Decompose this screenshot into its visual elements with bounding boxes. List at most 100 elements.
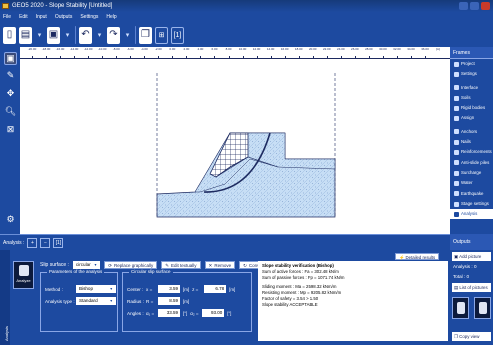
assign-icon xyxy=(454,116,459,122)
print-icon xyxy=(457,302,465,314)
redo-icon[interactable]: ↷ xyxy=(107,26,120,44)
analyze-button[interactable]: Analyze xyxy=(13,261,34,289)
analysis-type-select[interactable]: Standard ▼ xyxy=(76,297,116,305)
frame-analysis[interactable]: Analysis xyxy=(450,209,493,220)
frame-assign[interactable]: Assign xyxy=(450,113,493,123)
ruler-tick-label: 20.00 xyxy=(308,47,317,51)
method-select[interactable]: Bishop ▼ xyxy=(76,285,116,293)
outputs-analysis-label: Analysis : xyxy=(453,264,473,269)
frame-settings[interactable]: Settings xyxy=(450,69,493,79)
copy-icon[interactable]: ❐ xyxy=(139,26,152,44)
frame-nails[interactable]: Nails xyxy=(450,137,493,147)
open-dropdown-icon[interactable]: ▾ xyxy=(35,27,44,44)
frame-anti-slide-piles[interactable]: Anti-slide piles xyxy=(450,158,493,168)
center-label: Center : xyxy=(127,286,144,292)
drawing-canvas[interactable] xyxy=(20,59,450,234)
alpha1-input[interactable]: 33.59 xyxy=(158,309,180,317)
outputs-header: Outputs xyxy=(450,234,493,250)
params-title: Parameters of the analysis xyxy=(47,269,105,274)
ruler-tick-mark xyxy=(74,56,76,58)
list-of-pictures-button[interactable]: ▤ List of pictures xyxy=(452,283,491,292)
copy-view-button[interactable]: ❐ Copy view xyxy=(452,332,491,341)
alpha2-input[interactable]: 93.00 xyxy=(202,309,225,317)
undo-icon[interactable]: ↶ xyxy=(79,26,92,44)
export-button[interactable] xyxy=(474,297,491,319)
horizontal-ruler: -20.00 -18.00 -16.00 -14.00 -12.00 -10.00 -8.0… xyxy=(20,47,450,59)
ruler-tick-label: -18.00 xyxy=(41,47,51,51)
redo-dropdown-icon[interactable]: ▾ xyxy=(123,27,132,44)
center-x-input[interactable]: 3.59 xyxy=(158,285,180,293)
frame-water[interactable]: Water xyxy=(450,178,493,188)
draw-tool-icon[interactable]: ✎ xyxy=(4,69,17,82)
frame-stage-settings[interactable]: Stage settings xyxy=(450,199,493,209)
menu-input[interactable]: Input xyxy=(36,12,47,23)
detailed-results-button[interactable]: ⚡ Detailed results xyxy=(395,253,440,260)
remove-analysis-button[interactable]: − xyxy=(40,237,51,248)
analysis-vertical-tab[interactable]: Analysis xyxy=(0,250,10,345)
ruler-tick-mark xyxy=(200,56,202,58)
minimize-button[interactable] xyxy=(459,2,468,10)
frame-earthquake[interactable]: Earthquake xyxy=(450,189,493,199)
zoom-extents-icon[interactable]: ⊠ xyxy=(4,123,17,136)
save-icon[interactable]: ▣ xyxy=(47,26,60,44)
replace-graphically-button[interactable]: ⟳ Replace graphically xyxy=(104,261,158,269)
undo-dropdown-icon[interactable]: ▾ xyxy=(95,27,104,44)
slip-surface-select[interactable]: circular ▼ xyxy=(72,261,101,269)
stage-1-icon[interactable]: [1] xyxy=(171,26,184,44)
alpha1-unit: [°] xyxy=(183,310,188,316)
frame-anchors[interactable]: Anchors xyxy=(450,127,493,137)
ruler-tick-label: 14.00 xyxy=(266,47,275,51)
replace-icon: ⟳ xyxy=(108,263,112,268)
ruler-tick-label: 22.00 xyxy=(322,47,331,51)
add-stage-icon[interactable]: ⊞ xyxy=(155,26,168,44)
settings-gear-icon[interactable]: ⚙ xyxy=(4,213,17,226)
slope-drawing xyxy=(156,73,336,218)
menu-file[interactable]: File xyxy=(3,12,11,23)
ruler-tick-mark xyxy=(228,56,230,58)
move-icon[interactable]: ✥ xyxy=(4,87,17,100)
select-tool-icon[interactable]: ▣ xyxy=(4,52,17,65)
ruler-tick-label: 8.00 xyxy=(225,47,232,51)
zoom-icon[interactable]: 🔍︎ xyxy=(4,105,17,118)
radius-input[interactable]: 8.59 xyxy=(158,297,180,305)
frame-interface[interactable]: Interface xyxy=(450,83,493,93)
slip-surface-label: Slip surface : xyxy=(40,262,69,268)
frame-project[interactable]: Project xyxy=(450,59,493,69)
menu-help[interactable]: Help xyxy=(106,12,116,23)
frames-panel: Frames Project Settings Interface Soils … xyxy=(450,47,493,234)
close-button[interactable] xyxy=(481,2,490,10)
menu-settings[interactable]: Settings xyxy=(80,12,98,23)
frame-reinforcements[interactable]: Reinforcements xyxy=(450,147,493,157)
analysis-tabs-bar: Analysis : + − [1] xyxy=(0,234,450,250)
remove-button[interactable]: ✕ Remove xyxy=(204,261,236,269)
add-picture-button[interactable]: ▣ Add picture xyxy=(452,252,491,261)
frame-surcharge[interactable]: Surcharge xyxy=(450,168,493,178)
analysis-panel: Analysis Analyze Slip surface : circular… xyxy=(0,250,450,345)
menu-outputs[interactable]: Outputs xyxy=(55,12,73,23)
add-analysis-button[interactable]: + xyxy=(27,237,38,248)
print-button[interactable] xyxy=(452,297,469,319)
analysis-icon xyxy=(454,211,459,217)
frame-rigid-bodies[interactable]: Rigid bodies xyxy=(450,103,493,113)
ruler-tick-label: 12.00 xyxy=(252,47,261,51)
menu-edit[interactable]: Edit xyxy=(19,12,28,23)
ruler-tick-mark xyxy=(396,56,398,58)
center-z-input[interactable]: 6.78 xyxy=(204,285,227,293)
edit-textually-button[interactable]: ✎ Edit textually xyxy=(161,261,201,269)
open-file-icon[interactable]: ▤ xyxy=(19,26,32,44)
maximize-button[interactable] xyxy=(470,2,479,10)
frame-soils[interactable]: Soils xyxy=(450,93,493,103)
ruler-tick-label: -20.00 xyxy=(27,47,37,51)
analysis-parameters-group: Parameters of the analysis Method : Bish… xyxy=(40,269,118,332)
new-file-icon[interactable]: ▯ xyxy=(3,26,16,44)
radius-label: Radius : xyxy=(127,298,144,304)
ruler-tick-mark xyxy=(88,56,90,58)
ruler-tick-mark xyxy=(130,56,132,58)
save-dropdown-icon[interactable]: ▾ xyxy=(63,27,72,44)
frames-header: Frames xyxy=(450,47,493,59)
toolbar-separator xyxy=(75,26,76,44)
ruler-tick-mark xyxy=(340,56,342,58)
analysis-tab-1[interactable]: [1] xyxy=(53,237,64,248)
menu-bar: File Edit Input Outputs Settings Help xyxy=(0,12,493,23)
nails-icon xyxy=(454,139,459,145)
